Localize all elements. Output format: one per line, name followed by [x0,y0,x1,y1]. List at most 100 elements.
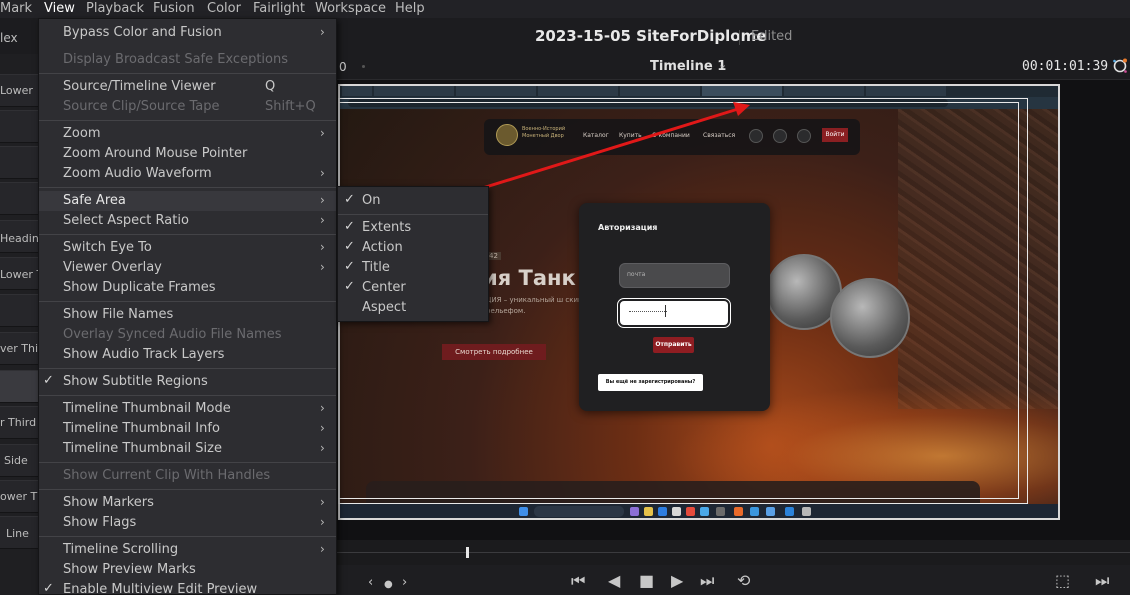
checkmark-icon: ✓ [43,581,54,595]
submenu-item-aspect[interactable]: Aspect [338,298,488,318]
menu-item-label: Overlay Synced Audio File Names [63,327,282,342]
social-icon [773,129,787,143]
playhead[interactable] [466,547,469,558]
timecode: 00:01:01:39 [1022,59,1109,74]
menu-color[interactable]: Color [207,0,241,18]
menu-item-shortcut: Shift+Q [265,99,316,114]
submenu-arrow-icon: › [320,401,325,415]
menu-item-safe-area[interactable]: Safe Area › [39,191,336,211]
browser-tab [342,86,372,96]
effect-row[interactable] [0,182,40,215]
menu-item-timeline-thumbnail-mode[interactable]: Timeline Thumbnail Mode › [39,399,336,419]
menu-fairlight[interactable]: Fairlight [253,0,305,18]
timeline-name[interactable]: Timeline 1 [650,59,726,74]
previous-frame-icon[interactable]: ◀ [608,572,620,590]
menu-item-zoom-audio-waveform[interactable]: Zoom Audio Waveform › [39,164,336,184]
go-to-start-icon[interactable]: ⏮ [571,572,585,590]
submenu-item-on[interactable]: ✓ On [338,191,488,211]
menu-item-zoom[interactable]: Zoom › [39,124,336,144]
submit-button: Отправить [653,337,694,353]
loop-icon[interactable]: ⟲ [737,572,750,590]
menu-item-show-audio-track-layers[interactable]: Show Audio Track Layers [39,345,336,365]
submenu-arrow-icon: › [320,421,325,435]
menu-item-switch-eye[interactable]: Switch Eye To › [39,238,336,258]
menu-item-show-markers[interactable]: Show Markers › [39,493,336,513]
menu-item-timeline-scrolling[interactable]: Timeline Scrolling › [39,540,336,560]
menu-separator [39,187,336,188]
menu-item-source-timeline-viewer[interactable]: Source/Timeline Viewer Q [39,77,336,97]
browser-tab [702,86,782,96]
effect-row[interactable] [0,294,40,327]
checkmark-icon: ✓ [344,192,355,207]
go-to-end-icon[interactable]: ⏭ [700,572,714,590]
effect-label: ower Thi [0,490,40,503]
menu-fusion[interactable]: Fusion [153,0,195,18]
menu-item-label: Show Duplicate Frames [63,280,216,295]
menu-mark[interactable]: Mark [0,0,32,18]
effect-row-selected[interactable] [0,370,40,403]
submenu-item-center[interactable]: ✓ Center [338,278,488,298]
taskbar-app-icon [802,507,811,516]
menu-separator [39,536,336,537]
menu-item-show-file-names[interactable]: Show File Names [39,305,336,325]
menu-item-show-duplicate-frames[interactable]: Show Duplicate Frames [39,278,336,298]
submenu-item-title[interactable]: ✓ Title [338,258,488,278]
menu-item-viewer-overlay[interactable]: Viewer Overlay › [39,258,336,278]
menu-item-broadcast-safe[interactable]: Display Broadcast Safe Exceptions [39,50,336,70]
checkmark-icon: ✓ [344,259,355,274]
submenu-arrow-icon: › [320,126,325,140]
menu-item-enable-multiview-preview[interactable]: ✓ Enable Multiview Edit Preview [39,580,336,595]
stop-icon[interactable]: ■ [639,572,654,590]
dot-icon[interactable]: ● [384,576,393,594]
menu-item-label: Source/Timeline Viewer [63,79,216,94]
submenu-arrow-icon: › [320,213,325,227]
menu-item-shortcut: Q [265,79,276,94]
next-edit-icon[interactable]: ⏭ [1095,572,1109,590]
see-more-button: Смотреть подробнее [442,344,546,360]
menu-item-source-clip-tape[interactable]: Source Clip/Source Tape Shift+Q [39,97,336,117]
previous-clip-chevron-icon[interactable]: ‹ [368,574,373,592]
scrubber-track[interactable] [336,552,1130,553]
effect-row[interactable] [0,110,40,143]
submenu-item-label: On [362,193,381,208]
submenu-arrow-icon: › [320,441,325,455]
index-tab-label[interactable]: lex [0,31,18,45]
viewer-header [336,54,1130,80]
social-icon [797,129,811,143]
menu-item-zoom-around-pointer[interactable]: Zoom Around Mouse Pointer [39,144,336,164]
menu-item-label: Show Audio Track Layers [63,347,225,362]
menu-item-bypass-color-fusion[interactable]: Bypass Color and Fusion › [39,23,336,43]
effect-row[interactable] [0,146,40,179]
menu-item-label: Bypass Color and Fusion [63,25,222,40]
menu-item-label: Show File Names [63,307,174,322]
menu-item-show-current-clip-handles[interactable]: Show Current Clip With Handles [39,466,336,486]
menu-item-overlay-synced-audio[interactable]: Overlay Synced Audio File Names [39,325,336,345]
menu-item-label: Source Clip/Source Tape [63,99,220,114]
menu-item-select-aspect-ratio[interactable]: Select Aspect Ratio › [39,211,336,231]
submenu-item-action[interactable]: ✓ Action [338,238,488,258]
menu-item-show-flags[interactable]: Show Flags › [39,513,336,533]
safe-area-submenu: ✓ On ✓ Extents ✓ Action ✓ Title ✓ Center… [337,186,489,322]
menu-item-timeline-thumbnail-info[interactable]: Timeline Thumbnail Info › [39,419,336,439]
menu-help[interactable]: Help [395,0,425,18]
menu-item-label: Timeline Scrolling [63,542,179,557]
submenu-item-extents[interactable]: ✓ Extents [338,218,488,238]
menu-workspace[interactable]: Workspace [315,0,386,18]
next-clip-chevron-icon[interactable]: › [402,574,407,592]
submenu-arrow-icon: › [320,542,325,556]
play-icon[interactable]: ▶ [671,572,683,590]
menu-item-show-preview-marks[interactable]: Show Preview Marks [39,560,336,580]
submenu-arrow-icon: › [320,166,325,180]
menu-playback[interactable]: Playback [86,0,144,18]
match-frame-icon[interactable]: ⬚ [1055,572,1070,590]
submenu-item-label: Extents [362,220,412,235]
menu-separator [39,73,336,74]
title-divider [739,30,740,45]
chevron-down-icon[interactable]: ⌄ [718,58,727,71]
menu-view[interactable]: View [44,0,75,18]
effect-label: Lower [0,84,33,97]
menu-item-timeline-thumbnail-size[interactable]: Timeline Thumbnail Size › [39,439,336,459]
menu-item-show-subtitle-regions[interactable]: ✓ Show Subtitle Regions [39,372,336,392]
submenu-arrow-icon: › [320,515,325,529]
fx-icon[interactable] [1111,57,1129,75]
